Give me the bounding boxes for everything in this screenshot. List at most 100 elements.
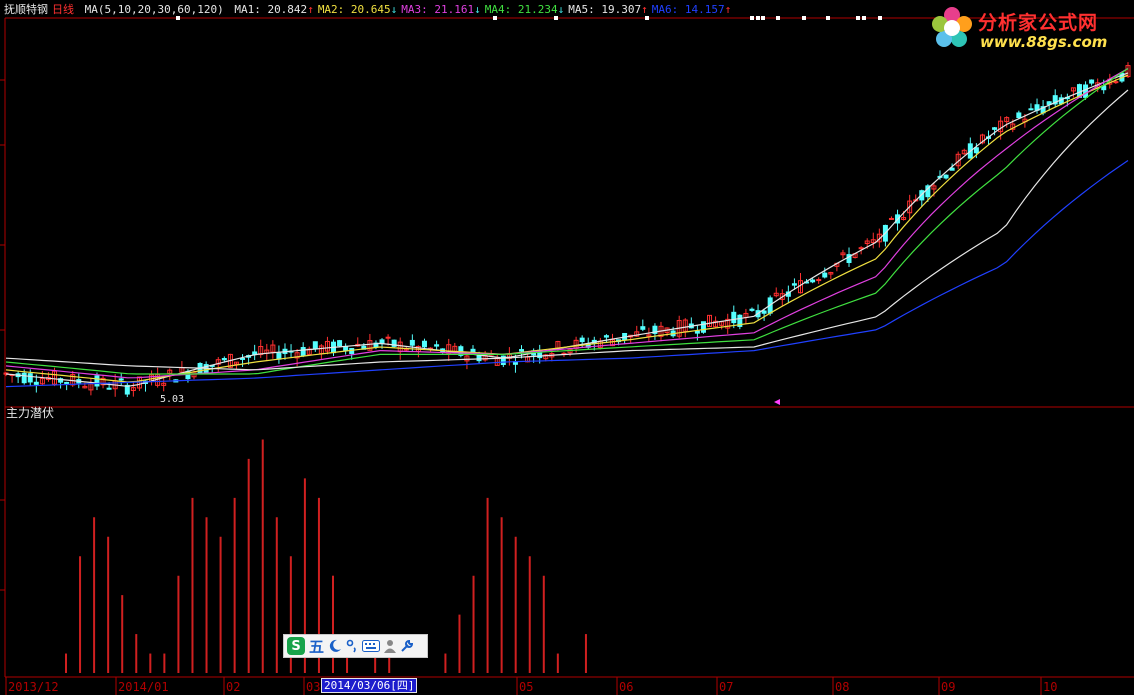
candle-body (761, 310, 767, 314)
ma-value-6: MA6: 14.157↑ (651, 3, 732, 16)
signal-marker (862, 16, 866, 20)
ma-arrow-2: ↓ (390, 3, 398, 16)
chart-header: 抚顺特钢 日线 MA(5,10,20,30,60,120) MA1: 20.842… (4, 2, 739, 18)
candle-body (694, 330, 700, 334)
ma-arrow-1: ↑ (307, 3, 314, 16)
candle-body (94, 375, 100, 387)
candle-body (579, 337, 585, 343)
x-tick-label: 07 (719, 680, 733, 694)
period-label: 日线 (52, 3, 74, 16)
x-tick-label: 2013/12 (8, 680, 59, 694)
x-tick-label: 02 (226, 680, 240, 694)
ma-arrow-4: ↓ (557, 3, 565, 16)
signal-marker (878, 16, 882, 20)
moving-average-lines: 5.03 (5, 67, 1129, 405)
ma-value-1: MA1: 20.842↑ (234, 3, 314, 16)
logo-url-text: www.88gs.com (980, 33, 1108, 51)
ma-arrow-6: ↑ (724, 3, 732, 16)
candle-body (519, 349, 525, 352)
candle-body (640, 326, 646, 330)
candle-body (731, 311, 737, 324)
candle-body (943, 174, 949, 179)
cursor-date-label: 2014/03/06[四] (321, 678, 418, 693)
x-tick-label: 2014/01 (118, 680, 169, 694)
cursor-marker-icon (774, 399, 780, 405)
logo-brand-text: 分析家公式网 (978, 12, 1099, 34)
signal-marker (826, 16, 830, 20)
chart-canvas: 5.03 2013/12 2014/01 02 03 05 06 07 08 09 10 (0, 16, 1134, 695)
candle-body (312, 341, 318, 350)
ma-line-MA2 (5, 74, 1129, 383)
candle-body (300, 347, 306, 357)
candle-body (1083, 84, 1089, 98)
candle-body (476, 355, 482, 362)
cursor-date-box: 2014/03/06[四] (321, 678, 418, 693)
x-tick-label: 09 (941, 680, 955, 694)
x-tick-label: 05 (519, 680, 533, 694)
x-tick-label: 08 (835, 680, 849, 694)
user-icon[interactable] (384, 637, 397, 655)
ma-value-4: MA4: 21.234↓ (484, 3, 565, 16)
candle-body (992, 127, 998, 130)
candle-body (1028, 108, 1034, 111)
candle-body (791, 283, 797, 286)
candle-body (603, 335, 609, 338)
ma-params: MA(5,10,20,30,60,120) (84, 3, 224, 16)
price-min-label: 5.03 (160, 394, 184, 405)
candle-body (973, 147, 979, 154)
candle-body (337, 340, 343, 347)
candle-body (64, 381, 70, 384)
candle-body (27, 373, 33, 383)
indicator-title: 主力潜伏 (6, 406, 55, 420)
candle-body (858, 247, 864, 250)
candle-body (700, 321, 706, 333)
signal-marker (750, 16, 754, 20)
punctuation-icon[interactable] (346, 637, 358, 655)
ma-arrow-5: ↑ (641, 3, 648, 16)
x-tick-label: 10 (1043, 680, 1057, 694)
signal-marker (856, 16, 860, 20)
candle-body (343, 346, 349, 351)
signal-marker (756, 16, 760, 20)
candle-body (21, 372, 27, 384)
candle-body (33, 381, 39, 385)
site-logo: 分析家公式网 www.88gs.com (926, 2, 1126, 58)
ime-brand-icon[interactable]: S (287, 637, 305, 655)
x-tick-label: 06 (619, 680, 633, 694)
ma-line-MA5 (5, 89, 1129, 371)
ime-toolbar[interactable]: S 五 (283, 634, 428, 658)
candle-body (276, 352, 282, 360)
moon-icon[interactable] (328, 637, 342, 655)
candle-body (1016, 112, 1022, 119)
candle-body (118, 378, 124, 381)
ma-value-2: MA2: 20.645↓ (317, 3, 398, 16)
flower-logo-icon (932, 7, 972, 47)
time-axis: 2013/12 2014/01 02 03 05 06 07 08 09 10 (5, 677, 1057, 695)
ma-values: MA1: 20.842↑ MA2: 20.645↓ MA3: 21.161↓ MA4:… (234, 3, 735, 16)
ma-arrow-3: ↓ (474, 3, 481, 16)
ma-value-5: MA5: 19.307↑ (568, 3, 648, 16)
candle-body (1113, 81, 1119, 84)
ma-value-3: MA3: 21.161↓ (401, 3, 481, 16)
ma-line-MA1 (5, 72, 1129, 387)
ime-mode-button[interactable]: 五 (309, 637, 324, 656)
signal-marker (761, 16, 765, 20)
ma-line-MA4 (5, 68, 1129, 375)
candle-body (1089, 79, 1095, 84)
candle-body (385, 336, 391, 339)
candle-body (421, 340, 427, 348)
x-tick-label: 03 (306, 680, 320, 694)
candle-body (240, 357, 246, 360)
candle-body (434, 344, 440, 347)
stock-name: 抚顺特钢 (4, 3, 48, 16)
wrench-icon[interactable] (400, 637, 414, 655)
candle-body (106, 387, 112, 390)
candle-body (409, 339, 415, 346)
candle-body (816, 279, 822, 282)
candle-body (221, 358, 227, 361)
ma-line-MA3 (5, 67, 1129, 379)
candle-body (888, 217, 894, 220)
candle-body (810, 279, 816, 283)
candle-body (822, 272, 828, 278)
keyboard-icon[interactable] (362, 637, 381, 655)
